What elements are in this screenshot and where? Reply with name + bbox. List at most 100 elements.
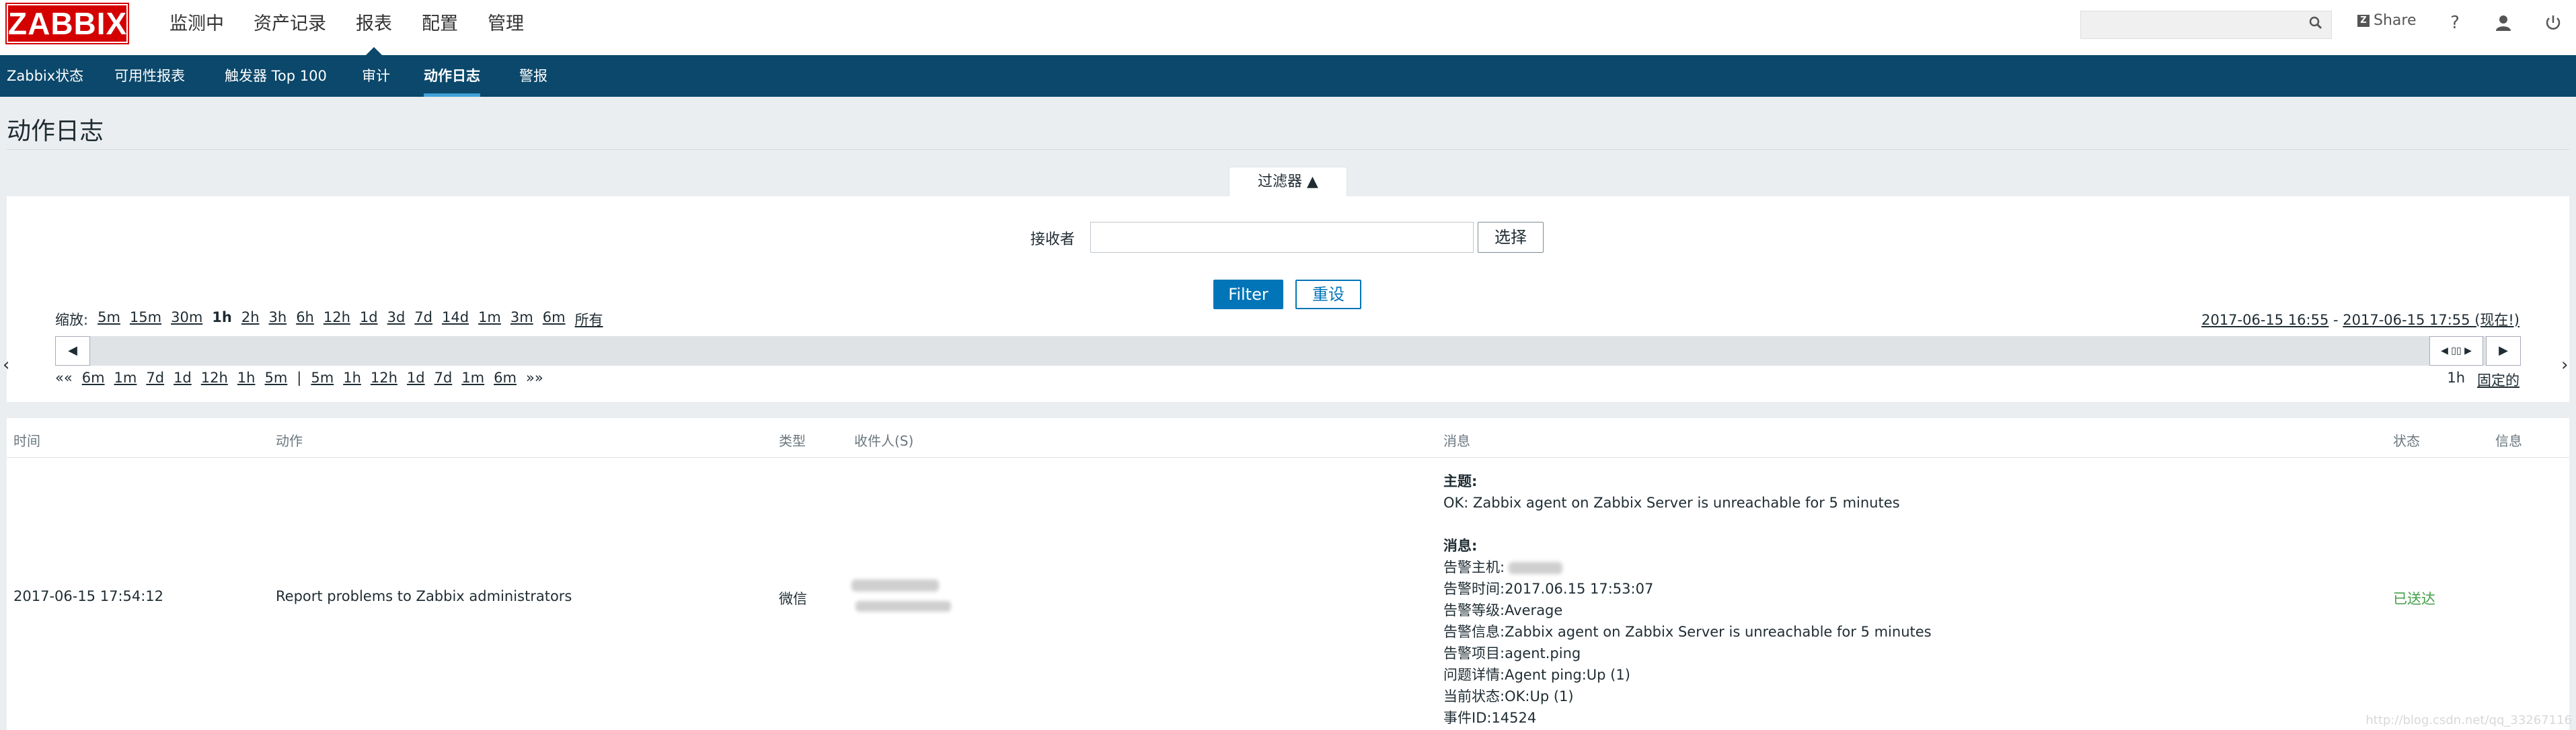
nav-back-icon[interactable]: «« <box>55 370 73 386</box>
zoom-15m[interactable]: 15m <box>130 309 161 329</box>
subnav-audit[interactable]: 审计 <box>362 55 390 97</box>
zoom-3h[interactable]: 3h <box>269 309 287 329</box>
logout-power-icon[interactable] <box>2544 13 2563 32</box>
main-menu: 监测中 资产记录 报表 配置 管理 <box>155 0 539 55</box>
zoom-3m[interactable]: 3m <box>510 309 533 329</box>
select-recipient-button[interactable]: 选择 <box>1478 222 1544 253</box>
subnav-availability-report[interactable]: 可用性报表 <box>114 55 185 97</box>
zoom-6h[interactable]: 6h <box>296 309 314 329</box>
back-1h[interactable]: 1h <box>237 370 256 386</box>
subnav-zabbix-status[interactable]: Zabbix状态 <box>7 55 83 97</box>
row-type: 微信 <box>779 591 807 607</box>
host-redacted <box>1509 562 1563 574</box>
zoom-1h[interactable]: 1h <box>212 309 232 329</box>
filter-tab[interactable]: 过滤器 ▲ <box>1229 167 1347 196</box>
title-divider <box>7 149 2569 150</box>
period-value: 1h <box>2447 370 2465 386</box>
zoom-14d[interactable]: 14d <box>442 309 469 329</box>
zoom-3d[interactable]: 3d <box>387 309 406 329</box>
subnav-action-log[interactable]: 动作日志 <box>424 55 480 97</box>
nav-forward-icon[interactable]: »» <box>526 370 543 386</box>
search-input[interactable] <box>2080 11 2332 39</box>
back-12h[interactable]: 12h <box>201 370 228 386</box>
share-button[interactable]: Z Share <box>2357 12 2417 29</box>
sub-navigation: Zabbix状态 可用性报表 触发器 Top 100 审计 动作日志 警报 <box>0 55 2576 97</box>
fwd-1h[interactable]: 1h <box>343 370 361 386</box>
zoom-7d[interactable]: 7d <box>414 309 432 329</box>
col-action: 动作 <box>276 433 303 449</box>
subnav-notifications[interactable]: 警报 <box>519 55 547 97</box>
status-badge: 已送达 <box>2393 591 2435 607</box>
message-line: 当前状态:OK:Up (1) <box>1443 688 1574 704</box>
zoom-1d[interactable]: 1d <box>360 309 378 329</box>
subject-text: OK: Zabbix agent on Zabbix Server is unr… <box>1443 495 1900 511</box>
message-line: 告警时间:2017.06.15 17:53:07 <box>1443 581 1654 597</box>
page-left-arrow-icon[interactable]: ‹ <box>3 355 9 375</box>
menu-configuration[interactable]: 配置 <box>407 0 473 55</box>
scroll-left-button[interactable]: ◀ <box>55 336 90 366</box>
message-label: 消息: <box>1443 538 1478 554</box>
fwd-1d[interactable]: 1d <box>407 370 425 386</box>
scroll-right-button[interactable]: ▶ <box>2486 336 2521 366</box>
menu-monitoring[interactable]: 监测中 <box>155 0 239 55</box>
col-message: 消息 <box>1443 433 1470 449</box>
menu-inventory[interactable]: 资产记录 <box>239 0 341 55</box>
recipient-label: 接收者 <box>1030 231 1075 248</box>
period-navigation: «« 6m 1m 7d 1d 12h 1h 5m | 5m 1h 12h 1d … <box>55 370 543 386</box>
subnav-triggers-top-100[interactable]: 触发器 Top 100 <box>225 55 327 97</box>
zoom-12h[interactable]: 12h <box>324 309 350 329</box>
nav-separator: | <box>297 370 302 386</box>
back-1d[interactable]: 1d <box>174 370 192 386</box>
zoom-6m[interactable]: 6m <box>543 309 566 329</box>
back-5m[interactable]: 5m <box>264 370 287 386</box>
share-icon: Z <box>2357 14 2370 27</box>
zoom-30m[interactable]: 30m <box>171 309 202 329</box>
message-line: 告警等级:Average <box>1443 602 1563 618</box>
page-right-arrow-icon[interactable]: › <box>2561 355 2568 375</box>
share-label: Share <box>2374 12 2417 29</box>
col-recipients: 收件人(S) <box>854 433 914 449</box>
menu-reports[interactable]: 报表 <box>341 0 407 55</box>
recipient-redacted <box>856 601 951 612</box>
back-1m[interactable]: 1m <box>114 370 137 386</box>
recipient-input[interactable] <box>1090 222 1474 253</box>
range-from[interactable]: 2017-06-15 16:55 <box>2201 312 2328 328</box>
user-profile-icon[interactable] <box>2494 13 2513 32</box>
watermark: http://blog.csdn.net/qq_33267116 <box>2365 713 2572 727</box>
message-line: 告警项目:agent.ping <box>1443 645 1581 661</box>
zoom-5m[interactable]: 5m <box>98 309 120 329</box>
back-6m[interactable]: 6m <box>82 370 105 386</box>
col-type: 类型 <box>779 433 806 449</box>
zabbix-logo[interactable]: ZABBIX <box>7 4 128 43</box>
col-time: 时间 <box>13 433 40 449</box>
filter-apply-button[interactable]: Filter <box>1213 280 1283 309</box>
timeline-scrollbar[interactable] <box>55 336 2521 366</box>
zoom-2h[interactable]: 2h <box>241 309 260 329</box>
zoom-1m[interactable]: 1m <box>478 309 501 329</box>
message-line: 告警主机: <box>1443 559 1505 575</box>
row-message: 主题: OK: Zabbix agent on Zabbix Server is… <box>1443 471 2183 729</box>
zoom-label: 缩放: <box>55 312 89 328</box>
col-status: 状态 <box>2393 433 2420 449</box>
recipient-redacted <box>851 579 939 592</box>
fixed-toggle[interactable]: 固定的 <box>2477 370 2520 390</box>
fwd-7d[interactable]: 7d <box>434 370 453 386</box>
page-title: 动作日志 <box>7 118 104 145</box>
period-info: 1h 固定的 <box>2447 370 2520 390</box>
scroll-handle[interactable]: ◀ ▯▯ ▶ <box>2429 336 2483 366</box>
message-line: 告警信息:Zabbix agent on Zabbix Server is un… <box>1443 624 1932 640</box>
fwd-1m[interactable]: 1m <box>461 370 484 386</box>
subject-label: 主题: <box>1443 473 1478 489</box>
menu-administration[interactable]: 管理 <box>473 0 539 55</box>
zoom-all[interactable]: 所有 <box>575 309 603 329</box>
fwd-6m[interactable]: 6m <box>494 370 517 386</box>
message-line: 问题详情:Agent ping:Up (1) <box>1443 667 1630 683</box>
range-to[interactable]: 2017-06-15 17:55 (现在!) <box>2343 312 2520 328</box>
fwd-5m[interactable]: 5m <box>311 370 334 386</box>
help-icon[interactable]: ? <box>2446 13 2464 32</box>
back-7d[interactable]: 7d <box>146 370 164 386</box>
fwd-12h[interactable]: 12h <box>371 370 397 386</box>
search-icon[interactable] <box>2309 16 2322 30</box>
filter-reset-button[interactable]: 重设 <box>1295 280 1361 309</box>
top-header: ZABBIX 监测中 资产记录 报表 配置 管理 Z Share ? <box>0 0 2576 55</box>
